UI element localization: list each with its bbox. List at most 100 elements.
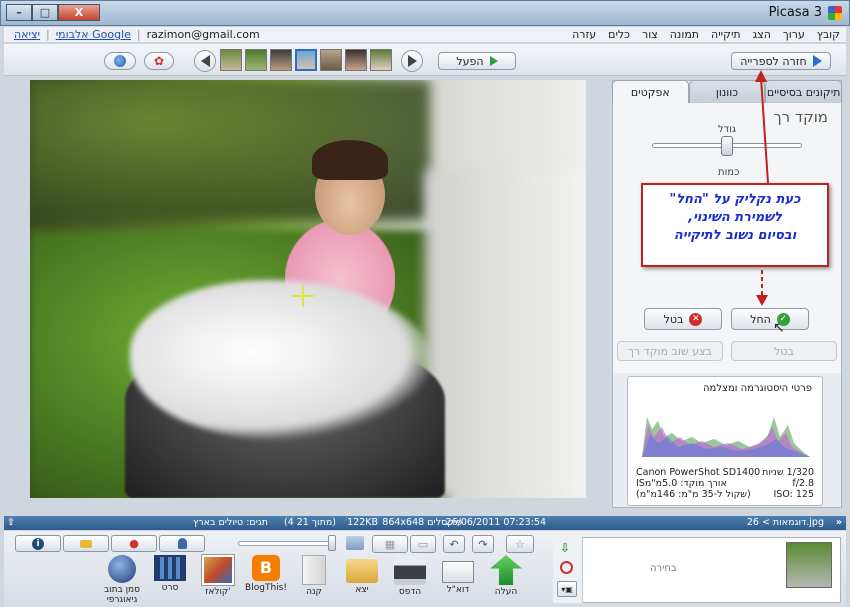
google-albums-link[interactable]: אלבומי Google <box>56 28 131 41</box>
collage-label: קולאז' <box>205 587 231 597</box>
cancel-button[interactable]: בטל ✕ <box>644 308 722 330</box>
close-button[interactable]: X <box>58 4 100 21</box>
export-folder-icon <box>346 559 378 583</box>
filmstrip-thumb[interactable] <box>370 49 392 71</box>
sign-out-link[interactable]: יציאה <box>14 28 40 41</box>
play-slideshow-button[interactable]: הפעל <box>438 52 516 70</box>
blogger-icon: B <box>252 555 280 581</box>
arrow-right-icon <box>812 55 822 67</box>
histogram-chart <box>642 417 810 457</box>
upload-icon <box>490 555 522 585</box>
tag-icon <box>80 539 92 548</box>
arrow-to-back-button <box>760 77 769 184</box>
filmstrip-thumb[interactable] <box>345 49 367 71</box>
next-photo-button[interactable] <box>401 50 423 72</box>
info-button[interactable]: i <box>15 535 61 552</box>
menu-bar: קובץ ערוך הצג תיקייה תמונה צור כלים עזרה… <box>4 27 846 43</box>
play-icon <box>489 56 498 66</box>
edit-tabs: תיקונים בסיסיים כוונון אפקטים <box>611 80 842 103</box>
previous-photo-button[interactable] <box>194 50 216 72</box>
export-button[interactable]: יצא <box>340 555 384 605</box>
clear-tray-icon[interactable] <box>560 561 573 574</box>
apply-label: החל <box>750 312 771 326</box>
callout-arrows <box>755 70 769 306</box>
focus-point-crosshair-icon[interactable] <box>292 285 314 307</box>
menu-tools[interactable]: כלים <box>608 28 630 41</box>
menu-help[interactable]: עזרה <box>572 28 596 41</box>
view-mode-button[interactable]: ▦ <box>372 535 408 553</box>
map-pin-button[interactable]: ✿ <box>144 52 174 70</box>
size-slider-handle[interactable] <box>721 136 733 156</box>
rotate-right-button[interactable]: ↷ <box>472 535 494 553</box>
collapse-icon[interactable]: » <box>836 517 842 528</box>
play-label: הפעל <box>456 54 484 68</box>
iso-value: ISO: 125 <box>773 489 815 500</box>
exposure-value: 1/320 שניות <box>762 467 814 478</box>
photo-viewer[interactable] <box>30 80 586 498</box>
menu-folder[interactable]: תיקייה <box>711 28 741 41</box>
photo-pavement <box>425 170 586 498</box>
histogram-title: פרטי היסטוגרמה ומצלמה <box>703 383 812 394</box>
filmstrip-thumb-selected[interactable] <box>295 49 317 71</box>
email-icon <box>442 561 474 583</box>
print-button[interactable]: הדפס <box>388 555 432 605</box>
redo-soft-focus-button[interactable]: בצע שוב מוקד רך <box>617 341 723 361</box>
geotag-button[interactable]: סמן בתוב גיאוגרפי <box>100 555 144 605</box>
status-tags: תגים: טיולים בארץ <box>193 517 268 528</box>
collage-button[interactable]: קולאז' <box>196 555 240 605</box>
movie-button[interactable]: סרט <box>148 555 192 605</box>
menu-create[interactable]: צור <box>642 28 658 41</box>
rotate-left-button[interactable]: ↶ <box>443 535 465 553</box>
tag-button[interactable] <box>63 535 109 552</box>
people-button[interactable] <box>159 535 205 552</box>
minimize-button[interactable]: – <box>6 4 32 21</box>
camera-model: Canon PowerShot SD1400 <box>636 467 761 478</box>
movie-label: סרט <box>161 583 179 593</box>
email-button[interactable]: דוא"ל <box>436 555 480 605</box>
map-pin-icon: ● <box>129 537 139 550</box>
caption-button[interactable]: ▭ <box>410 535 436 553</box>
expand-up-icon[interactable]: ⇧ <box>7 517 15 528</box>
filmstrip-thumb[interactable] <box>270 49 292 71</box>
star-button[interactable]: ☆ <box>506 535 534 553</box>
shop-label: קנה <box>306 587 322 597</box>
caption-icon: ▭ <box>417 537 429 551</box>
picasa-logo-icon <box>828 6 842 20</box>
menu-view[interactable]: הצג <box>753 28 771 41</box>
filmstrip-thumb[interactable] <box>320 49 342 71</box>
filmstrip <box>220 49 392 71</box>
hold-pin-icon[interactable]: ⇩ <box>560 541 574 555</box>
account-email: razimon@gmail.com <box>146 28 260 41</box>
upload-label: העלה <box>494 587 518 597</box>
tab-effects[interactable]: אפקטים <box>611 80 689 103</box>
menu-picture[interactable]: תמונה <box>670 28 699 41</box>
shop-button[interactable]: קנה <box>292 555 336 605</box>
blogthis-label: BlogThis! <box>245 583 287 593</box>
shop-icon <box>302 555 326 585</box>
globe-button[interactable] <box>104 52 136 70</box>
upload-button[interactable]: העלה <box>484 555 528 605</box>
window-title: Picasa 3 <box>768 5 822 20</box>
apply-button[interactable]: החל ✓ <box>731 308 809 330</box>
location-button[interactable]: ● <box>111 535 157 552</box>
undo-button-disabled[interactable]: בטל <box>731 341 837 361</box>
filmstrip-thumb[interactable] <box>220 49 242 71</box>
zoom-slider-track[interactable] <box>238 541 334 546</box>
add-to-album-icon[interactable]: ▾▣ <box>557 581 577 597</box>
zoom-slider-handle[interactable] <box>328 535 336 551</box>
tray-label: בחירה <box>650 563 677 574</box>
geotag-icon <box>108 555 136 583</box>
rotate-left-icon: ↶ <box>449 537 459 551</box>
action-buttons: העלה דוא"ל הדפס יצא קנה B BlogThis! קולא… <box>98 555 528 605</box>
back-to-library-button[interactable]: חזרה לספרייה <box>731 52 831 70</box>
star-icon: ☆ <box>515 537 525 551</box>
filmstrip-thumb[interactable] <box>245 49 267 71</box>
account-area: יציאה | אלבומי Google | razimon@gmail.co… <box>14 28 260 41</box>
person-icon <box>177 538 187 549</box>
menu-edit[interactable]: ערוך <box>783 28 805 41</box>
blogthis-button[interactable]: B BlogThis! <box>244 555 288 605</box>
tray-controls: ⇩ ▾▣ <box>553 537 583 603</box>
menu-file[interactable]: קובץ <box>817 28 840 41</box>
maximize-button[interactable]: □ <box>32 4 58 21</box>
tray-thumbnail[interactable] <box>786 542 832 588</box>
